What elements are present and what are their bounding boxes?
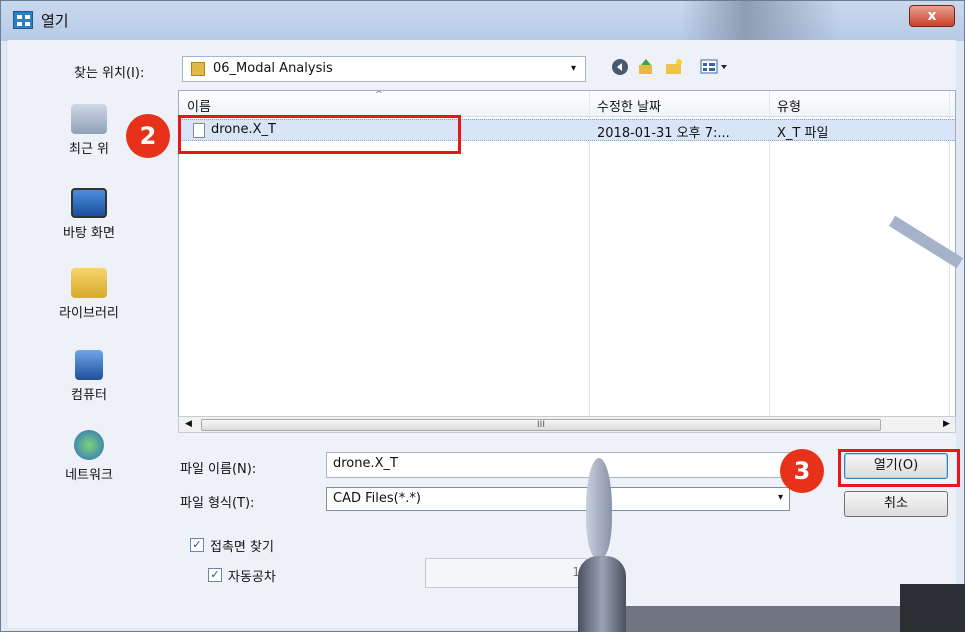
scroll-grip: III xyxy=(537,420,545,430)
auto-tolerance-label: 자동공차 xyxy=(228,570,276,585)
column-divider xyxy=(769,91,770,429)
chevron-down-icon[interactable]: ▾ xyxy=(778,492,783,503)
view-menu-icon[interactable] xyxy=(698,58,732,78)
file-type-select[interactable]: CAD Files(*.*) ▾ xyxy=(326,487,790,511)
file-name-label: 파일 이름(N): xyxy=(180,462,257,477)
drone-frame-graphic xyxy=(626,606,916,632)
drone-propeller-graphic xyxy=(586,458,612,558)
find-contact-checkbox[interactable]: ✓ xyxy=(190,538,204,552)
place-computer[interactable]: 컴퓨터 xyxy=(14,350,164,403)
column-header-modified[interactable]: 수정한 날짜 xyxy=(597,96,661,115)
tolerance-input: 1 xyxy=(425,558,587,588)
look-in-combobox[interactable]: 06_Modal Analysis ▾ xyxy=(182,56,586,82)
scroll-left-icon[interactable]: ◀ xyxy=(185,417,192,432)
close-button[interactable]: x xyxy=(909,5,955,27)
horizontal-scrollbar[interactable]: ◀ III ▶ xyxy=(178,416,956,433)
list-header: 이름 ^ 수정한 날짜 유형 xyxy=(179,91,955,117)
modified-cell: 2018-01-31 오후 7:... xyxy=(597,126,730,141)
step3-highlight xyxy=(838,449,960,487)
place-label: 네트워크 xyxy=(65,468,113,483)
sort-ascending-icon: ^ xyxy=(375,90,383,100)
place-label: 바탕 화면 xyxy=(63,226,115,241)
type-cell: X_T 파일 xyxy=(777,126,829,141)
folder-icon xyxy=(191,62,205,76)
look-in-label: 찾는 위치(I): xyxy=(74,66,145,81)
background-decoration xyxy=(681,1,841,41)
place-label: 컴퓨터 xyxy=(71,388,107,403)
look-in-value: 06_Modal Analysis xyxy=(213,61,333,76)
dialog-title: 열기 xyxy=(41,12,69,30)
file-name-input[interactable]: drone.X_T xyxy=(326,452,796,478)
place-label: 라이브러리 xyxy=(59,306,119,321)
place-desktop[interactable]: 바탕 화면 xyxy=(14,188,164,241)
column-divider xyxy=(589,91,590,429)
auto-tolerance-checkbox[interactable]: ✓ xyxy=(208,568,222,582)
chevron-down-icon[interactable]: ▾ xyxy=(571,63,576,74)
file-type-value: CAD Files(*.*) xyxy=(333,491,421,506)
title-bar[interactable]: 열기 x xyxy=(1,1,964,41)
step3-badge: 3 xyxy=(780,449,824,493)
up-folder-icon[interactable] xyxy=(636,58,656,78)
file-type-label: 파일 형식(T): xyxy=(180,496,255,511)
column-header-type[interactable]: 유형 xyxy=(777,96,801,115)
app-icon xyxy=(13,11,33,29)
recent-places-icon xyxy=(71,104,107,134)
step2-badge: 2 xyxy=(126,114,170,158)
desktop-icon xyxy=(71,188,107,218)
step2-highlight xyxy=(178,115,461,154)
place-libraries[interactable]: 라이브러리 xyxy=(14,268,164,321)
computer-icon xyxy=(75,350,103,380)
cancel-button[interactable]: 취소 xyxy=(844,491,948,517)
new-folder-icon[interactable] xyxy=(664,58,684,78)
place-network[interactable]: 네트워크 xyxy=(14,430,164,483)
back-icon[interactable] xyxy=(610,58,630,78)
network-icon xyxy=(74,430,104,460)
find-contact-label: 접촉면 찾기 xyxy=(210,540,274,555)
scroll-thumb[interactable]: III xyxy=(201,419,881,431)
drone-motor-graphic xyxy=(578,556,626,632)
libraries-icon xyxy=(71,268,107,298)
drone-arm-graphic xyxy=(900,584,965,632)
scroll-right-icon[interactable]: ▶ xyxy=(943,417,950,432)
column-header-name[interactable]: 이름 xyxy=(187,96,211,115)
